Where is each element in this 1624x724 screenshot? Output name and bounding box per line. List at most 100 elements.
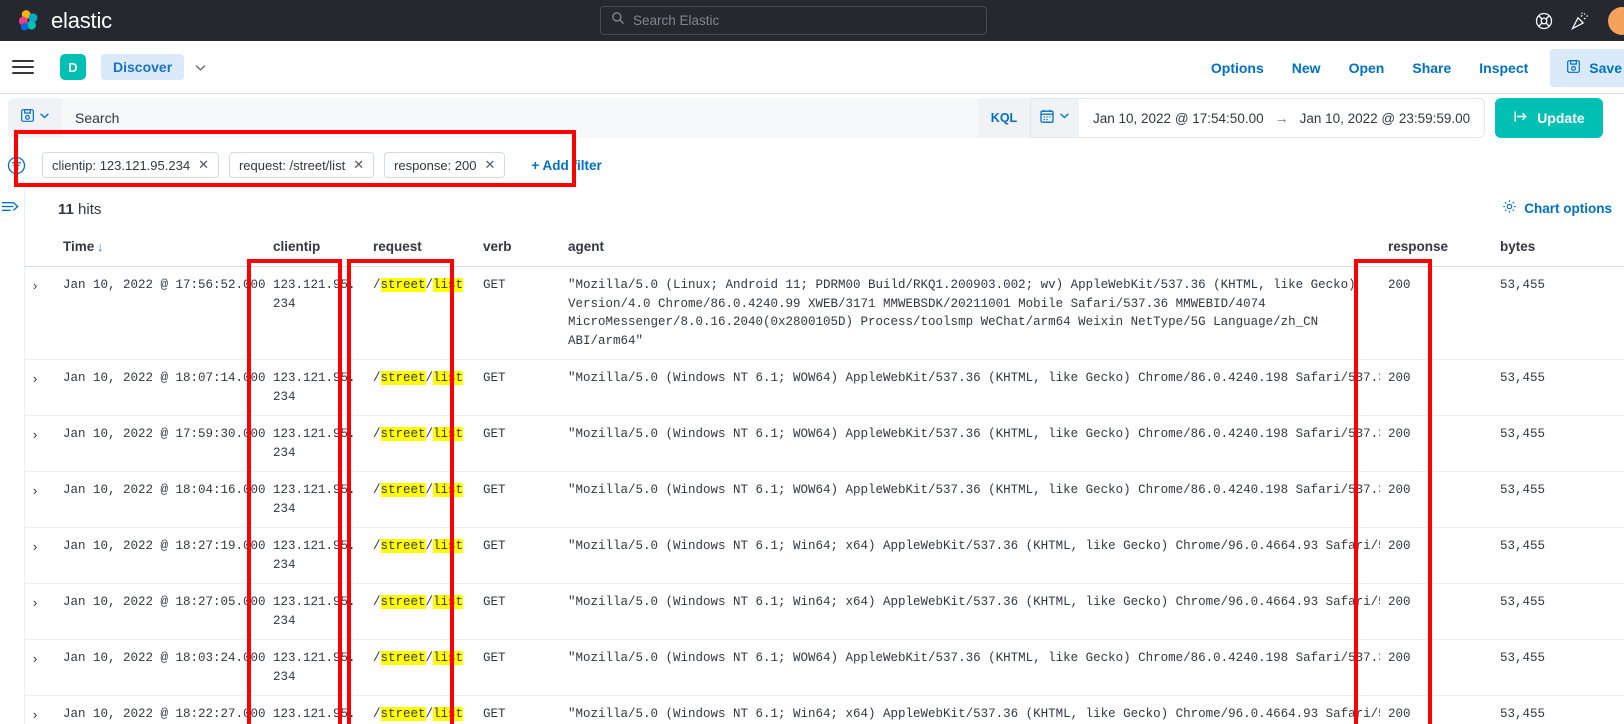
th-request[interactable]: request bbox=[365, 230, 475, 267]
cell-bytes: 53,455 bbox=[1492, 471, 1624, 528]
chevron-right-icon[interactable]: › bbox=[33, 651, 37, 666]
breadcrumb-discover[interactable]: Discover bbox=[101, 54, 185, 80]
filter-options-icon[interactable] bbox=[6, 155, 28, 176]
request-slash: / bbox=[373, 595, 381, 609]
chevron-down-icon[interactable] bbox=[193, 60, 208, 75]
cell-clientip: 123.121.95.234 bbox=[265, 266, 365, 360]
sort-desc-icon[interactable]: ↓ bbox=[97, 240, 103, 254]
query-language-badge[interactable]: KQL bbox=[978, 98, 1030, 138]
request-highlight-street: street bbox=[380, 371, 426, 385]
filter-pill-request[interactable]: request: /street/list ✕ bbox=[228, 152, 375, 178]
request-slash: / bbox=[425, 371, 434, 385]
filter-pill-clientip-remove-icon[interactable]: ✕ bbox=[198, 157, 209, 173]
table-row[interactable]: › Jan 10, 2022 @ 18:27:05.000 123.121.95.2… bbox=[25, 583, 1624, 640]
user-avatar[interactable] bbox=[1608, 6, 1624, 35]
cell-agent: "Mozilla/5.0 (Windows NT 6.1; Win64; x64… bbox=[560, 695, 1380, 724]
table-row[interactable]: › Jan 10, 2022 @ 18:22:27.000123.121.95.2… bbox=[25, 695, 1624, 724]
nav-share-button[interactable]: Share bbox=[1398, 60, 1465, 76]
date-range-display[interactable]: Jan 10, 2022 @ 17:54:50.00 → Jan 10, 202… bbox=[1079, 110, 1484, 126]
saved-query-chevron-icon bbox=[38, 109, 51, 127]
nav-open-button[interactable]: Open bbox=[1335, 60, 1399, 76]
cell-agent: "Mozilla/5.0 (Windows NT 6.1; Win64; x64… bbox=[560, 583, 1380, 640]
chevron-right-icon[interactable]: › bbox=[33, 539, 37, 554]
chart-options-button[interactable]: Chart options bbox=[1502, 199, 1612, 217]
table-row[interactable]: › Jan 10, 2022 @ 18:03:24.000 123.121.95.2… bbox=[25, 639, 1624, 696]
sidebar-expand-icon[interactable] bbox=[0, 196, 22, 217]
help-icon[interactable] bbox=[1534, 11, 1554, 31]
filter-pill-request-remove-icon[interactable]: ✕ bbox=[353, 157, 364, 173]
app-nav-actions: Options New Open Share Inspect Save bbox=[1197, 41, 1624, 94]
app-nav-bar: D Discover Options New Open Share Inspec… bbox=[0, 41, 1624, 94]
request-highlight-list: list bbox=[433, 707, 464, 721]
global-search-input[interactable]: Search Elastic bbox=[600, 6, 987, 35]
brand-name: elastic bbox=[51, 7, 112, 33]
request-slash: / bbox=[425, 651, 434, 665]
nav-new-button[interactable]: New bbox=[1278, 60, 1335, 76]
chevron-right-icon[interactable]: › bbox=[33, 483, 37, 498]
cell-response: 200 bbox=[1380, 639, 1492, 696]
chevron-right-icon[interactable]: › bbox=[33, 595, 37, 610]
menu-toggle-icon[interactable] bbox=[12, 56, 34, 78]
request-slash: / bbox=[373, 707, 381, 721]
filter-bar: clientip: 123.121.95.234 ✕ request: /str… bbox=[0, 142, 1624, 188]
expand-row-button[interactable]: › bbox=[25, 527, 55, 584]
table-row[interactable]: › Jan 10, 2022 @ 17:59:30.000 123.121.95.2… bbox=[25, 415, 1624, 472]
chevron-right-icon[interactable]: › bbox=[33, 371, 37, 386]
hits-bar: 11 hits Chart options bbox=[24, 188, 1624, 230]
saved-query-button[interactable] bbox=[8, 98, 62, 138]
cell-request: /street/list bbox=[365, 527, 475, 584]
date-start[interactable]: Jan 10, 2022 @ 17:54:50.00 bbox=[1093, 111, 1264, 126]
save-button[interactable]: Save bbox=[1550, 48, 1624, 87]
cell-time: Jan 10, 2022 @ 18:27:19.000 bbox=[55, 527, 266, 584]
table-row[interactable]: › Jan 10, 2022 @ 17:56:52.000 123.121.95.2… bbox=[25, 266, 1624, 360]
update-button[interactable]: Update bbox=[1495, 98, 1603, 138]
nav-options-button[interactable]: Options bbox=[1197, 60, 1278, 76]
cell-bytes: 53,455 bbox=[1492, 359, 1624, 416]
expand-row-button[interactable]: › bbox=[25, 415, 55, 472]
th-agent[interactable]: agent bbox=[560, 230, 1380, 267]
request-highlight-list: list bbox=[433, 483, 464, 497]
date-quick-select-button[interactable] bbox=[1031, 99, 1079, 137]
table-row[interactable]: › Jan 10, 2022 @ 18:07:14.000 123.121.95.2… bbox=[25, 359, 1624, 416]
request-slash: / bbox=[373, 278, 381, 292]
table-row[interactable]: › Jan 10, 2022 @ 18:27:19.000 123.121.95.2… bbox=[25, 527, 1624, 584]
request-highlight-street: street bbox=[380, 595, 426, 609]
filter-pill-clientip[interactable]: clientip: 123.121.95.234 ✕ bbox=[42, 152, 219, 178]
cell-request: /street/list bbox=[365, 695, 475, 724]
th-response[interactable]: response bbox=[1380, 230, 1492, 267]
cell-request: /street/list bbox=[365, 415, 475, 472]
elastic-brand[interactable]: elastic bbox=[0, 8, 112, 34]
cell-agent: "Mozilla/5.0 (Windows NT 6.1; WOW64) App… bbox=[560, 359, 1380, 416]
cell-agent: "Mozilla/5.0 (Linux; Android 11; PDRM00 … bbox=[560, 266, 1380, 360]
query-search-input[interactable]: Search bbox=[62, 98, 978, 138]
chevron-right-icon[interactable]: › bbox=[33, 707, 37, 722]
chevron-right-icon[interactable]: › bbox=[33, 278, 37, 293]
add-filter-button[interactable]: + Add filter bbox=[531, 158, 601, 173]
expand-row-button[interactable]: › bbox=[25, 695, 55, 724]
filter-pill-response[interactable]: response: 200 ✕ bbox=[384, 152, 506, 178]
expand-row-button[interactable]: › bbox=[25, 639, 55, 696]
announcement-icon[interactable] bbox=[1570, 11, 1590, 31]
refresh-icon bbox=[1513, 109, 1528, 127]
documents-table-body: › Jan 10, 2022 @ 17:56:52.000 123.121.95.2… bbox=[25, 266, 1624, 724]
th-time[interactable]: Time ↓ bbox=[55, 230, 265, 267]
global-search-wrapper[interactable]: Search Elastic bbox=[600, 6, 987, 35]
th-verb[interactable]: verb bbox=[475, 230, 560, 267]
cell-clientip: 123.121.95.234 bbox=[265, 471, 365, 528]
nav-inspect-button[interactable]: Inspect bbox=[1465, 60, 1542, 76]
request-highlight-street: street bbox=[380, 707, 426, 721]
expand-row-button[interactable]: › bbox=[25, 471, 55, 528]
expand-row-button[interactable]: › bbox=[25, 359, 55, 416]
expand-row-button[interactable]: › bbox=[25, 266, 55, 360]
cell-clientip: 123.121.95.234 bbox=[265, 695, 365, 724]
expand-row-button[interactable]: › bbox=[25, 583, 55, 640]
header-icon-group bbox=[1534, 0, 1624, 41]
cell-time: Jan 10, 2022 @ 18:04:16.000 bbox=[55, 471, 266, 528]
date-end[interactable]: Jan 10, 2022 @ 23:59:59.00 bbox=[1300, 111, 1471, 126]
th-bytes[interactable]: bytes bbox=[1492, 230, 1624, 267]
chevron-right-icon[interactable]: › bbox=[33, 427, 37, 442]
cell-verb: GET bbox=[475, 527, 560, 584]
filter-pill-response-remove-icon[interactable]: ✕ bbox=[485, 157, 496, 173]
table-row[interactable]: › Jan 10, 2022 @ 18:04:16.000 123.121.95.2… bbox=[25, 471, 1624, 528]
th-clientip[interactable]: clientip bbox=[265, 230, 365, 267]
